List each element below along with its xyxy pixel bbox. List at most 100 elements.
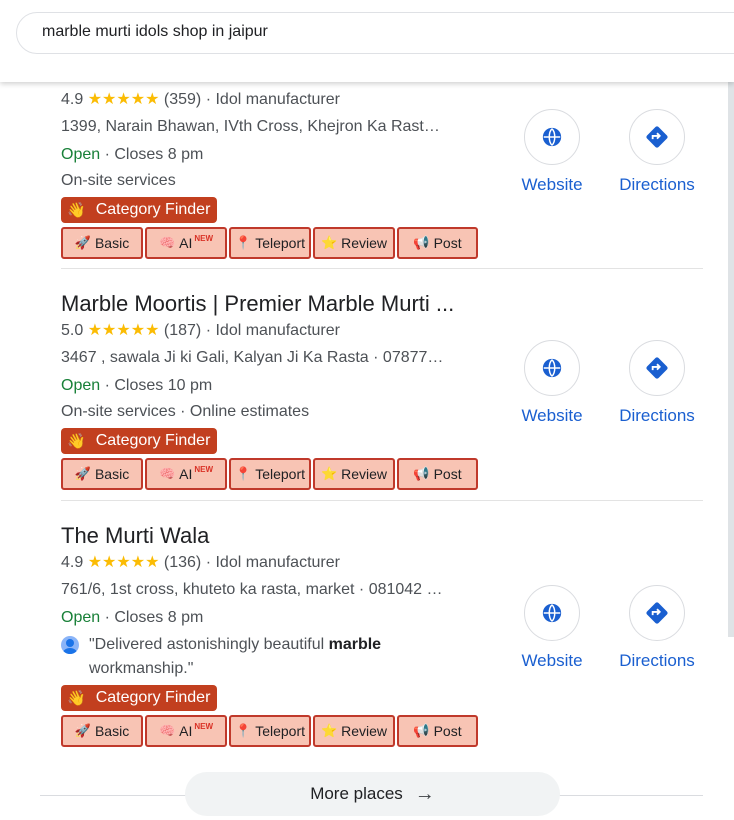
review-count[interactable]: (359) <box>164 91 201 108</box>
teleport-label: Teleport <box>255 723 305 739</box>
extension-buttons: 🚀 Basic 🧠 AI NEW 📍 Teleport ⭐ Review 📢 Post <box>61 715 703 747</box>
ai-button[interactable]: 🧠 AI NEW <box>145 715 227 747</box>
ai-label: AI <box>179 723 193 739</box>
place-name[interactable]: Marble Moortis | Premier Marble Murti ..… <box>61 290 703 318</box>
website-icon[interactable] <box>524 585 580 641</box>
category-finder-button[interactable]: 👋 Category Finder <box>61 197 218 223</box>
stars-icon: ★★★★★ <box>87 91 160 108</box>
map-edge[interactable] <box>728 82 734 637</box>
post-label: Post <box>433 235 462 251</box>
review-text: "Delivered astonishingly beautiful marbl… <box>89 633 381 681</box>
website-action-2[interactable]: Website <box>502 340 602 426</box>
search-query: marble murti idols shop in jaipur <box>42 23 268 40</box>
website-action-3[interactable]: Website <box>502 585 602 671</box>
place-name[interactable]: The Murti Wala <box>61 522 703 550</box>
pin-icon: 📍 <box>235 723 252 738</box>
category: Idol manufacturer <box>215 322 340 339</box>
rating-value: 5.0 <box>61 322 84 339</box>
website-label[interactable]: Website <box>502 406 602 426</box>
star-icon: ⭐ <box>320 235 338 250</box>
new-badge: NEW <box>194 233 214 243</box>
extension-buttons: 🚀 Basic 🧠 AI NEW 📍 Teleport ⭐ Review 📢 Post <box>61 458 703 490</box>
directions-action-2[interactable]: Directions <box>607 340 707 426</box>
separator: · <box>205 91 212 108</box>
teleport-button[interactable]: 📍 Teleport <box>229 227 311 259</box>
rating-value: 4.9 <box>61 91 84 108</box>
ai-label: AI <box>179 235 193 251</box>
new-badge: NEW <box>194 464 214 474</box>
closing-time: Closes 8 pm <box>114 146 204 163</box>
rocket-icon: 🚀 <box>74 723 91 738</box>
pin-icon: 📍 <box>235 235 252 250</box>
review-label: Review <box>341 466 388 482</box>
post-button[interactable]: 📢 Post <box>397 458 478 490</box>
website-icon[interactable] <box>524 340 580 396</box>
teleport-label: Teleport <box>255 466 305 482</box>
ai-button[interactable]: 🧠 AI NEW <box>145 227 227 259</box>
category: Idol manufacturer <box>215 91 340 108</box>
brain-icon: 🧠 <box>158 723 176 738</box>
ai-button[interactable]: 🧠 AI NEW <box>145 458 227 490</box>
closing-time: Closes 8 pm <box>114 609 204 626</box>
review-button[interactable]: ⭐ Review <box>313 227 395 259</box>
directions-label[interactable]: Directions <box>607 651 707 671</box>
review-text-start: "Delivered astonishingly beautiful <box>89 636 329 653</box>
stars-icon: ★★★★★ <box>87 554 160 571</box>
open-status: Open <box>61 609 101 626</box>
category-finder-label: Category Finder <box>95 201 211 218</box>
review-button[interactable]: ⭐ Review <box>313 458 395 490</box>
basic-button[interactable]: 🚀 Basic <box>61 715 143 747</box>
more-places-button[interactable]: More places → <box>185 772 560 816</box>
brain-icon: 🧠 <box>158 235 176 250</box>
directions-icon[interactable] <box>629 585 685 641</box>
category-finder-label: Category Finder <box>95 432 211 449</box>
directions-icon[interactable] <box>629 109 685 165</box>
basic-label: Basic <box>94 235 130 251</box>
arrow-right-icon: → <box>414 782 435 805</box>
review-label: Review <box>341 235 388 251</box>
stars-icon: ★★★★★ <box>87 322 160 339</box>
ai-label: AI <box>179 466 193 482</box>
separator: · <box>205 322 212 339</box>
category-finder-button[interactable]: 👋 Category Finder <box>61 685 218 711</box>
website-label[interactable]: Website <box>502 651 602 671</box>
megaphone-icon: 📢 <box>413 235 430 250</box>
more-places-label: More places <box>310 784 403 803</box>
wave-icon: 👋 <box>67 433 86 450</box>
directions-icon[interactable] <box>629 340 685 396</box>
separator: · <box>104 609 110 626</box>
post-button[interactable]: 📢 Post <box>397 715 478 747</box>
rocket-icon: 🚀 <box>74 235 91 250</box>
post-label: Post <box>433 723 462 739</box>
megaphone-icon: 📢 <box>413 723 430 738</box>
divider <box>61 268 703 269</box>
brain-icon: 🧠 <box>158 466 176 481</box>
wave-icon: 👋 <box>67 202 86 219</box>
basic-button[interactable]: 🚀 Basic <box>61 227 143 259</box>
post-button[interactable]: 📢 Post <box>397 227 478 259</box>
separator: · <box>104 146 110 163</box>
basic-button[interactable]: 🚀 Basic <box>61 458 143 490</box>
review-count[interactable]: (136) <box>164 554 201 571</box>
open-status: Open <box>61 377 101 394</box>
separator: · <box>205 554 212 571</box>
avatar-icon <box>61 636 79 654</box>
website-label[interactable]: Website <box>502 175 602 195</box>
website-action-1[interactable]: Website <box>502 109 602 195</box>
category-finder-label: Category Finder <box>95 689 211 706</box>
search-input[interactable]: marble murti idols shop in jaipur <box>16 12 734 54</box>
directions-action-1[interactable]: Directions <box>607 109 707 195</box>
review-button[interactable]: ⭐ Review <box>313 715 395 747</box>
directions-label[interactable]: Directions <box>607 175 707 195</box>
review-count[interactable]: (187) <box>164 322 201 339</box>
directions-label[interactable]: Directions <box>607 406 707 426</box>
directions-action-3[interactable]: Directions <box>607 585 707 671</box>
pin-icon: 📍 <box>235 466 252 481</box>
star-icon: ⭐ <box>320 723 338 738</box>
closing-time: Closes 10 pm <box>114 377 213 394</box>
website-icon[interactable] <box>524 109 580 165</box>
teleport-button[interactable]: 📍 Teleport <box>229 458 311 490</box>
basic-label: Basic <box>94 466 130 482</box>
teleport-button[interactable]: 📍 Teleport <box>229 715 311 747</box>
category-finder-button[interactable]: 👋 Category Finder <box>61 428 218 454</box>
